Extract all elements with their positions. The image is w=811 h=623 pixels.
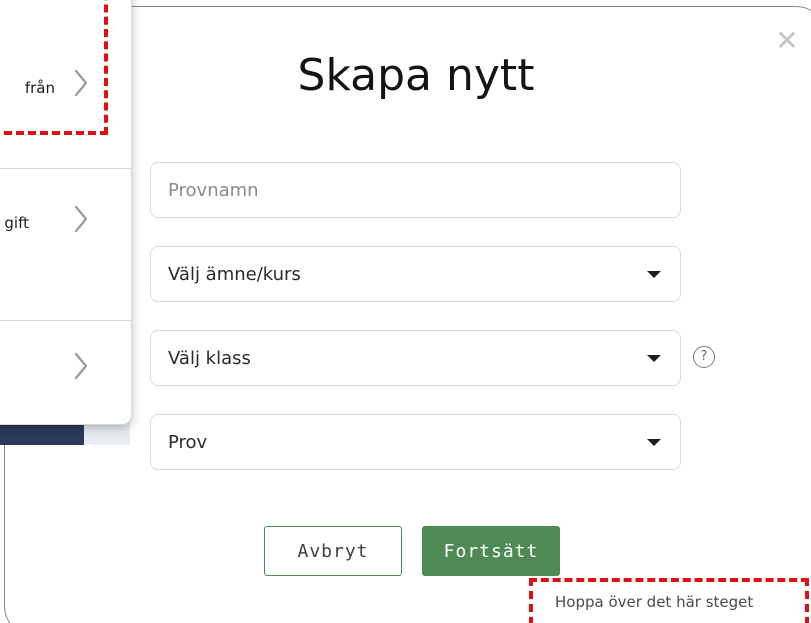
test-name-input[interactable] <box>151 163 680 217</box>
class-select[interactable]: Välj klass <box>150 330 681 386</box>
caret-down-icon <box>647 438 661 446</box>
type-select[interactable]: Prov <box>150 414 681 470</box>
menu-item-3[interactable] <box>0 321 131 424</box>
continue-button[interactable]: Fortsätt <box>422 526 560 576</box>
create-options-menu: från gift <box>0 0 132 425</box>
chevron-right-icon <box>74 352 88 380</box>
menu-item-1[interactable]: från <box>0 0 131 169</box>
type-select-value: Prov <box>168 431 208 453</box>
menu-item-2[interactable]: gift <box>0 169 131 321</box>
caret-down-icon <box>647 354 661 362</box>
close-icon[interactable]: ✕ <box>775 27 799 55</box>
cancel-button[interactable]: Avbryt <box>264 526 402 576</box>
menu-item-label: från <box>24 79 55 97</box>
class-select-value: Välj klass <box>168 347 251 369</box>
modal-title: Skapa nytt <box>297 50 535 101</box>
help-icon[interactable]: ? <box>693 346 715 368</box>
screen: ✕ Skapa nytt Välj ämne/kurs Välj klass ?… <box>0 0 811 623</box>
subject-select-value: Välj ämne/kurs <box>168 263 301 285</box>
subject-select[interactable]: Välj ämne/kurs <box>150 246 681 302</box>
menu-item-label: gift <box>4 214 29 232</box>
caret-down-icon <box>647 270 661 278</box>
chevron-right-icon <box>74 69 88 97</box>
test-name-field <box>150 162 681 218</box>
skip-step-link[interactable]: Hoppa över det här steget <box>555 593 753 611</box>
chevron-right-icon <box>74 205 88 233</box>
